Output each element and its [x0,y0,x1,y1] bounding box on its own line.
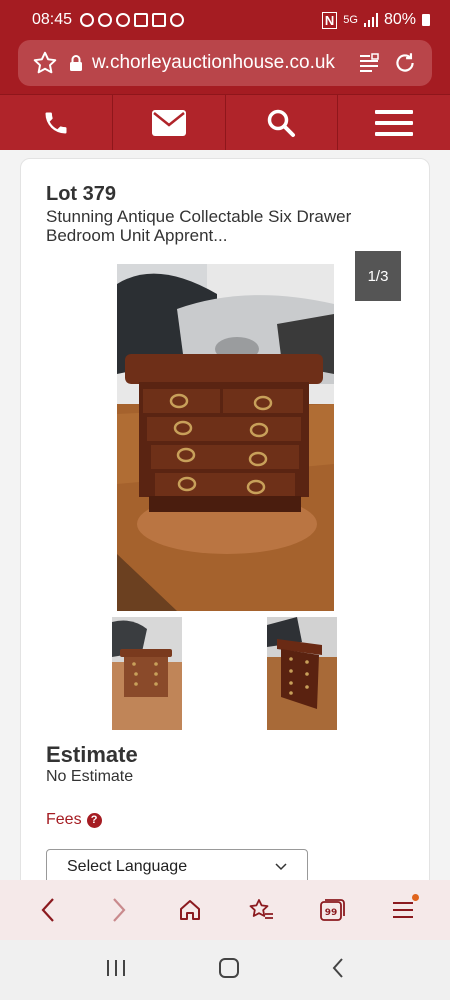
browser-menu-button[interactable] [383,890,423,930]
status-right: N 5G 80% [321,11,430,29]
lot-main-image[interactable] [117,264,334,611]
language-select-value: Select Language [67,858,188,875]
recent-apps-button[interactable] [105,959,127,982]
star-list-icon [249,899,273,919]
site-nav [0,94,450,150]
tabs-icon: 99 [319,899,345,921]
search-icon [268,109,296,137]
nfc-icon: N [321,11,338,29]
bookmarks-button[interactable] [241,890,281,930]
address-bar-container: w.chorleyauctionhouse.co.uk [0,40,450,94]
lock-icon [70,55,82,71]
recent-apps-icon [107,959,126,976]
email-button[interactable] [112,95,226,150]
home-icon [179,900,200,920]
search-button[interactable] [225,95,339,150]
battery-level: 80% [383,11,416,28]
lot-thumbnail[interactable] [112,617,182,730]
battery-icon [422,14,430,26]
notification-icon [170,13,185,27]
menu-button[interactable] [338,95,450,150]
sync-icon [116,13,131,27]
notification-icon [98,13,113,27]
reload-icon[interactable] [392,50,418,76]
url-text[interactable]: w.chorleyauctionhouse.co.uk [92,52,358,74]
bookmark-star-icon[interactable] [32,50,58,76]
notification-icons [80,13,185,27]
fees-link[interactable]: Fees ? [46,811,102,829]
tabs-button[interactable]: 99 [312,890,352,930]
fees-label: Fees [46,811,82,828]
menu-icon [392,902,413,918]
address-bar[interactable]: w.chorleyauctionhouse.co.uk [18,40,432,86]
lot-card: Lot 379 Stunning Antique Collectable Six… [20,158,430,880]
lot-title: Lot 379 [46,183,117,205]
clock: 08:45 [32,11,73,28]
image-counter: 1/3 [355,251,401,301]
home-square-icon [218,957,239,978]
help-icon[interactable]: ? [86,812,102,828]
page-content: Lot 379 Stunning Antique Collectable Six… [0,150,450,880]
call-button[interactable] [0,95,113,150]
notification-dot [411,894,419,901]
envelope-icon [151,109,186,136]
chest-of-drawers-photo [117,264,334,611]
svg-text:99: 99 [324,908,337,918]
arrow-right-icon [112,898,125,922]
notification-icon [80,13,95,27]
menu-icon [375,109,414,136]
home-nav-button[interactable] [218,957,240,984]
mail-icon [152,13,167,27]
lot-thumbnail[interactable] [267,617,337,730]
back-chevron-icon [332,957,343,978]
phone-icon [45,112,67,133]
back-nav-button[interactable] [331,957,345,984]
estimate-value: No Estimate [46,768,134,785]
browser-toolbar: 99 [0,880,450,940]
home-button[interactable] [170,890,210,930]
thumbnail-photo [112,617,182,730]
reader-mode-icon[interactable] [358,52,380,74]
language-select[interactable]: Select Language [46,849,308,880]
network-type: 5G [343,14,358,26]
estimate-heading: Estimate [46,742,138,767]
signal-icon [363,13,378,27]
back-button[interactable] [28,890,68,930]
lot-description: Stunning Antique Collectable Six Drawer … [46,207,352,245]
chevron-down-icon [275,863,287,871]
linkedin-icon [134,13,149,27]
system-nav-bar [0,940,450,1000]
thumbnail-photo [267,617,337,730]
arrow-left-icon [41,898,54,922]
forward-button[interactable] [99,890,139,930]
status-bar: 08:45 N 5G 80% [0,0,450,40]
